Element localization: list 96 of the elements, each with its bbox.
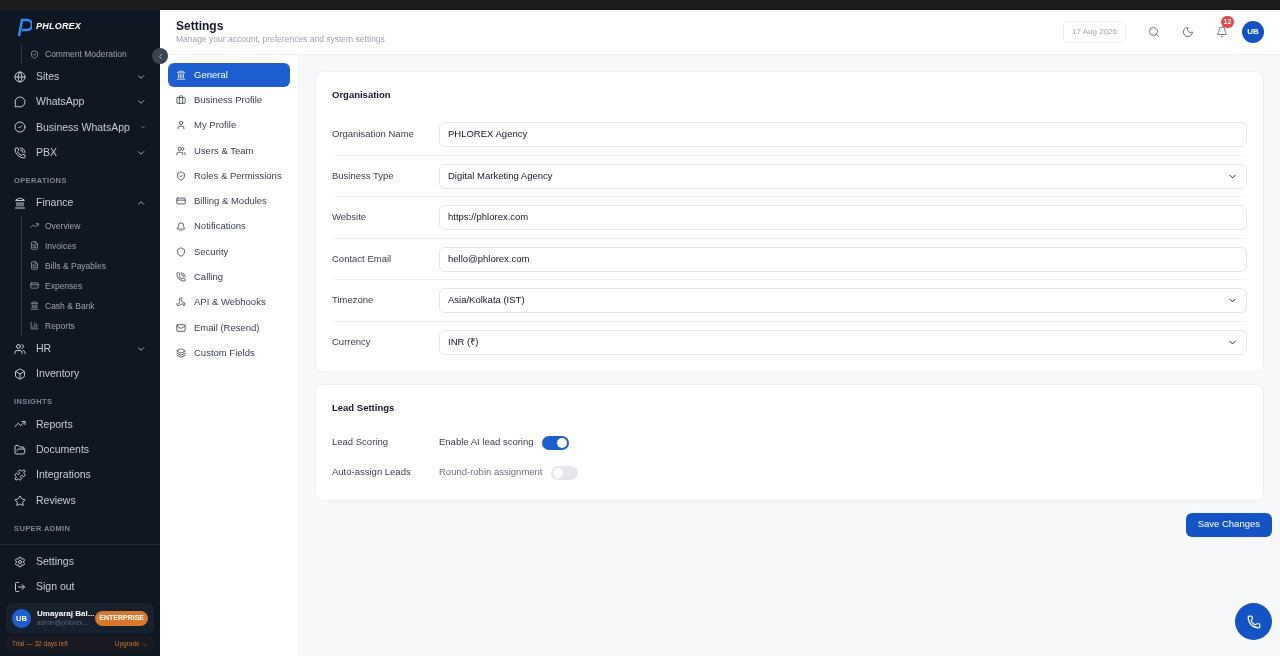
globe-icon bbox=[14, 70, 26, 83]
moon-icon bbox=[1182, 26, 1194, 38]
settings-nav-item[interactable]: Custom Fields bbox=[168, 341, 290, 365]
toggle-label: Enable AI lead scoring bbox=[439, 435, 534, 450]
bank-icon bbox=[176, 69, 186, 80]
collapse-button[interactable] bbox=[152, 48, 168, 64]
date-chip: 17 Aug 2026 bbox=[1063, 21, 1126, 43]
user-icon bbox=[176, 120, 186, 131]
trend-line-icon bbox=[30, 221, 39, 231]
box-icon bbox=[14, 368, 26, 381]
select-field[interactable]: Asia/Kolkata (IST) bbox=[439, 288, 1247, 313]
settings-nav-item[interactable]: Users & Team bbox=[168, 138, 290, 163]
bank-icon bbox=[14, 197, 26, 210]
sidebar-item[interactable]: WhatsApp bbox=[0, 89, 160, 115]
field-label: Website bbox=[332, 210, 368, 225]
sidebar-item[interactable]: Integrations bbox=[0, 462, 160, 488]
bell-icon bbox=[1216, 26, 1228, 38]
sidebar-subitem[interactable]: Comment Moderation bbox=[30, 44, 127, 64]
settings-nav-item[interactable]: Business Profile bbox=[168, 88, 290, 112]
sidebar-item[interactable]: Sign out bbox=[0, 574, 160, 599]
input-field[interactable]: hello@phlorex.com bbox=[439, 246, 1247, 272]
check-circle-icon bbox=[14, 121, 26, 134]
settings-nav-item[interactable]: API & Webhooks bbox=[168, 290, 290, 315]
sidebar-item[interactable]: Documents bbox=[0, 437, 160, 463]
sidebar-item[interactable]: Sites bbox=[0, 64, 160, 90]
folder-icon bbox=[14, 443, 26, 456]
field-label: Lead Scoring bbox=[332, 435, 389, 450]
settings-nav-item[interactable]: Security bbox=[168, 240, 290, 264]
field-label: Contact Email bbox=[332, 251, 393, 266]
shield-check-icon bbox=[176, 170, 186, 181]
sidebar-item[interactable]: Business WhatsApp bbox=[0, 114, 160, 141]
shield-icon bbox=[176, 246, 186, 257]
field-label: Timezone bbox=[332, 293, 375, 308]
sidebar-subitem[interactable]: Reports bbox=[30, 315, 75, 336]
puzzle-icon bbox=[14, 469, 26, 482]
sidebar-item[interactable]: Reports bbox=[0, 411, 160, 438]
card-icon bbox=[176, 196, 186, 207]
webhook-icon bbox=[176, 297, 186, 308]
input-field[interactable]: PHLOREX Agency bbox=[439, 122, 1247, 147]
sidebar-subitem[interactable]: Cash & Bank bbox=[30, 295, 95, 316]
toggle-label: Round-robin assignment bbox=[439, 465, 543, 480]
document-icon bbox=[30, 241, 39, 251]
briefcase-icon bbox=[176, 95, 186, 106]
bank-icon bbox=[30, 301, 39, 311]
sidebar-item[interactable]: HR bbox=[0, 335, 160, 362]
field-label: Currency bbox=[332, 335, 372, 350]
sidebar-subitem[interactable]: Bills & Payables bbox=[30, 255, 106, 276]
sidebar-subitem[interactable]: Invoices bbox=[30, 235, 77, 256]
sidebar-item[interactable]: Settings bbox=[0, 549, 160, 574]
users-icon bbox=[176, 145, 186, 156]
save-button[interactable]: Save Changes bbox=[1185, 512, 1272, 537]
sidebar-subitem[interactable]: Expenses bbox=[30, 275, 83, 296]
document-icon bbox=[30, 261, 39, 271]
bar-chart-icon bbox=[30, 321, 39, 331]
search-icon bbox=[1148, 26, 1160, 38]
settings-nav-item[interactable]: Email (Resend) bbox=[168, 315, 290, 340]
chat-bubble-icon bbox=[14, 96, 26, 109]
field-label: Business Type bbox=[332, 168, 395, 183]
avatar-button[interactable]: UB bbox=[1242, 21, 1264, 43]
field-label: Auto-assign Leads bbox=[332, 465, 412, 480]
settings-nav-item[interactable]: Billing & Modules bbox=[168, 189, 290, 213]
toggle-switch[interactable] bbox=[550, 465, 578, 480]
settings-nav-item[interactable]: General bbox=[168, 63, 290, 87]
bell-icon bbox=[176, 221, 186, 232]
phone-icon bbox=[1246, 614, 1261, 629]
logo-mark-icon bbox=[16, 17, 32, 37]
sidebar-item[interactable]: Inventory bbox=[0, 361, 160, 387]
page-title: Settings bbox=[176, 19, 225, 35]
card-title: Lead Settings bbox=[332, 401, 396, 416]
phone-icon bbox=[176, 272, 186, 283]
input-field[interactable]: https://phlorex.com bbox=[439, 205, 1247, 230]
shield-check-icon bbox=[30, 49, 39, 59]
page-subtitle: Manage your account, preferences and system settings bbox=[176, 34, 386, 45]
settings-icon bbox=[14, 555, 26, 568]
phone-icon bbox=[14, 146, 26, 159]
layers-icon bbox=[176, 348, 186, 358]
sidebar-item[interactable]: PBX bbox=[0, 140, 160, 166]
sidebar-item[interactable]: Finance bbox=[0, 190, 160, 216]
sidebar-subitem[interactable]: Overview bbox=[30, 215, 81, 236]
card-icon bbox=[30, 281, 39, 291]
toggle-switch[interactable] bbox=[541, 435, 569, 450]
mail-icon bbox=[176, 322, 186, 333]
star-icon bbox=[14, 494, 26, 507]
logo-text: PHLOREX bbox=[36, 20, 82, 34]
field-label: Organisation Name bbox=[332, 127, 415, 142]
card-title: Organisation bbox=[332, 88, 392, 102]
select-field[interactable]: Digital Marketing Agency bbox=[439, 163, 1247, 189]
call-button[interactable] bbox=[1235, 603, 1272, 640]
sidebar-item[interactable]: Reviews bbox=[0, 487, 160, 514]
settings-nav-item[interactable]: Calling bbox=[168, 265, 290, 289]
settings-nav-item[interactable]: Notifications bbox=[168, 214, 290, 239]
users-icon bbox=[14, 342, 26, 355]
settings-nav-item[interactable]: Roles & Permissions bbox=[168, 164, 290, 188]
select-field[interactable]: INR (₹) bbox=[439, 330, 1247, 355]
logout-icon bbox=[14, 580, 26, 593]
settings-nav-item[interactable]: My Profile bbox=[168, 113, 290, 138]
